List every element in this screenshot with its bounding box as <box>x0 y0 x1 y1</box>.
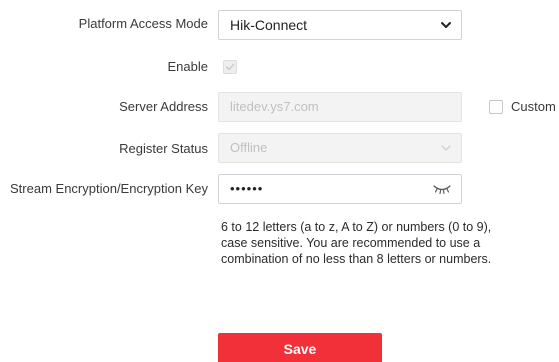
register-status-select[interactable]: Offline <box>218 133 462 163</box>
eye-closed-icon[interactable] <box>433 184 451 194</box>
custom-checkbox[interactable] <box>489 100 503 114</box>
server-address-label: Server Address <box>119 99 208 114</box>
server-address-value: litedev.ys7.com <box>230 99 319 114</box>
check-icon <box>225 63 235 71</box>
chevron-down-icon <box>441 145 451 151</box>
custom-label: Custom <box>511 99 556 114</box>
platform-access-mode-value: Hik-Connect <box>230 17 308 33</box>
save-button[interactable]: Save <box>218 333 382 362</box>
chevron-down-icon <box>441 22 451 28</box>
stream-encryption-key-label: Stream Encryption/Encryption Key <box>10 181 208 196</box>
enable-label: Enable <box>167 59 208 74</box>
server-address-input[interactable]: litedev.ys7.com <box>218 92 462 122</box>
platform-access-mode-select[interactable]: Hik-Connect <box>218 10 462 40</box>
platform-access-settings: Platform Access Mode Hik-Connect Enable … <box>0 0 559 362</box>
enable-checkbox[interactable] <box>223 60 237 74</box>
platform-access-mode-label: Platform Access Mode <box>78 16 208 31</box>
register-status-value: Offline <box>230 140 268 155</box>
stream-encryption-key-value: •••••• <box>230 181 264 196</box>
stream-encryption-key-input[interactable]: •••••• <box>218 174 462 204</box>
encryption-key-hint: 6 to 12 letters (a to z, A to Z) or numb… <box>221 220 492 266</box>
register-status-label: Register Status <box>119 141 208 156</box>
